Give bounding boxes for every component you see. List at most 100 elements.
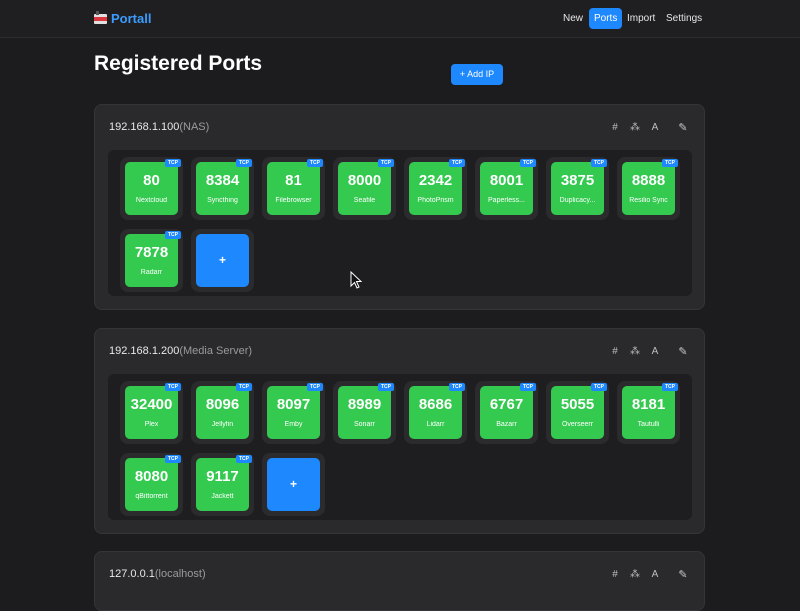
port-tile[interactable]: 8096 Jellyfin TCP [191, 381, 254, 444]
port-tile[interactable]: 2342 PhotoPrism TCP [404, 157, 467, 220]
ip-header: 192.168.1.200(Media Server) [109, 345, 252, 357]
port-service-name: Syncthing [207, 197, 238, 204]
port-service-name: Sonarr [353, 421, 375, 428]
port-number: 8097 [276, 396, 311, 413]
edit-icon[interactable]: ✎ [678, 345, 688, 358]
port-tile[interactable]: 8384 Syncthing TCP [191, 157, 254, 220]
brand[interactable]: Portall [94, 10, 152, 26]
ip-group-card: 192.168.1.100(NAS) # ⁂ A ✎ 80 Nextcloud TCP 8384… [94, 104, 705, 310]
ip-group-card: 127.0.0.1(localhost) # ⁂ A ✎ [94, 551, 705, 611]
card-actions: # ⁂ A ✎ [610, 568, 688, 581]
sort-by-protocol-icon[interactable]: ⁂ [630, 569, 640, 580]
sort-by-port-icon[interactable]: # [610, 346, 620, 357]
port-service-name: Tautulli [637, 421, 660, 428]
protocol-badge: TCP [378, 383, 394, 391]
ip-address: 127.0.0.1 [109, 568, 155, 580]
port-service-name: PhotoPrism [417, 197, 454, 204]
protocol-badge: TCP [165, 159, 181, 167]
port-tile[interactable]: 32400 Plex TCP [120, 381, 183, 444]
brand-name: Portall [111, 11, 152, 26]
port-service-name: Radarr [140, 269, 163, 276]
port-service-name: Resilio Sync [629, 197, 668, 204]
nav-settings[interactable]: Settings [661, 8, 707, 29]
add-ip-button[interactable]: + Add IP [451, 64, 503, 85]
port-tile[interactable]: 8181 Tautulli TCP [617, 381, 680, 444]
port-tile[interactable]: 6767 Bazarr TCP [475, 381, 538, 444]
sort-by-name-icon[interactable]: A [650, 569, 660, 580]
port-tile[interactable]: 5055 Overseerr TCP [546, 381, 609, 444]
port-tile[interactable]: 8080 qBittorrent TCP [120, 453, 183, 516]
port-tile[interactable]: 8686 Lidarr TCP [404, 381, 467, 444]
protocol-badge: TCP [591, 159, 607, 167]
port-service-name: Jellyfin [211, 421, 234, 428]
port-number: 2342 [418, 172, 453, 189]
protocol-badge: TCP [378, 159, 394, 167]
protocol-badge: TCP [449, 159, 465, 167]
port-service-name: Bazarr [496, 421, 517, 428]
edit-icon[interactable]: ✎ [678, 568, 688, 581]
port-face: 81 Filebrowser TCP [267, 159, 323, 215]
port-tile[interactable]: 8989 Sonarr TCP [333, 381, 396, 444]
port-number: 3875 [560, 172, 595, 189]
port-tile[interactable]: 80 Nextcloud TCP [120, 157, 183, 220]
port-number: 8181 [631, 396, 666, 413]
sort-by-protocol-icon[interactable]: ⁂ [630, 346, 640, 357]
port-face: 32400 Plex TCP [125, 383, 181, 439]
ip-address: 192.168.1.200 [109, 345, 180, 357]
protocol-badge: TCP [165, 231, 181, 239]
protocol-badge: TCP [520, 159, 536, 167]
add-port-button[interactable]: + [191, 229, 254, 292]
edit-icon[interactable]: ✎ [678, 121, 688, 134]
add-port-face: + [196, 234, 249, 287]
port-number: 5055 [560, 396, 595, 413]
port-tile[interactable]: 3875 Duplicacy... TCP [546, 157, 609, 220]
port-face: 8888 Resilio Sync TCP [622, 159, 678, 215]
port-tile[interactable]: 8097 Emby TCP [262, 381, 325, 444]
port-face: 8097 Emby TCP [267, 383, 323, 439]
protocol-badge: TCP [236, 383, 252, 391]
navbar: Portall New Ports Import Settings [0, 0, 800, 38]
ip-header: 127.0.0.1(localhost) [109, 568, 206, 580]
card-actions: # ⁂ A ✎ [610, 121, 688, 134]
nav-new[interactable]: New [558, 8, 588, 29]
port-number: 7878 [134, 244, 169, 261]
port-face: 8686 Lidarr TCP [409, 383, 465, 439]
port-number: 8080 [134, 468, 169, 485]
port-face: 6767 Bazarr TCP [480, 383, 536, 439]
port-tile[interactable]: 81 Filebrowser TCP [262, 157, 325, 220]
port-tile[interactable]: 8001 Paperless... TCP [475, 157, 538, 220]
sort-by-protocol-icon[interactable]: ⁂ [630, 122, 640, 133]
port-face: 8384 Syncthing TCP [196, 159, 252, 215]
port-tile[interactable]: 9117 Jackett TCP [191, 453, 254, 516]
sort-by-name-icon[interactable]: A [650, 346, 660, 357]
add-port-button[interactable]: + [262, 453, 325, 516]
protocol-badge: TCP [165, 383, 181, 391]
port-tile[interactable]: 7878 Radarr TCP [120, 229, 183, 292]
port-service-name: Lidarr [426, 421, 445, 428]
nav-ports[interactable]: Ports [589, 8, 623, 29]
protocol-badge: TCP [520, 383, 536, 391]
protocol-badge: TCP [662, 383, 678, 391]
port-face: 2342 PhotoPrism TCP [409, 159, 465, 215]
sort-by-port-icon[interactable]: # [610, 569, 620, 580]
port-service-name: Seafile [353, 197, 376, 204]
sort-by-port-icon[interactable]: # [610, 122, 620, 133]
port-face: 8000 Seafile TCP [338, 159, 394, 215]
protocol-badge: TCP [236, 455, 252, 463]
ip-nickname: (NAS) [179, 121, 210, 133]
protocol-badge: TCP [662, 159, 678, 167]
port-face: 9117 Jackett TCP [196, 455, 252, 511]
ports-container: 32400 Plex TCP 8096 Jellyfin TCP 8097 Emby TCP 89… [108, 374, 692, 520]
port-service-name: Plex [144, 421, 159, 428]
port-tile[interactable]: 8000 Seafile TCP [333, 157, 396, 220]
ip-nickname: (localhost) [154, 568, 206, 580]
port-service-name: Paperless... [488, 197, 525, 204]
port-number: 8096 [205, 396, 240, 413]
sort-by-name-icon[interactable]: A [650, 122, 660, 133]
port-face: 5055 Overseerr TCP [551, 383, 607, 439]
nav-import[interactable]: Import [622, 8, 660, 29]
port-service-name: Duplicacy... [559, 197, 596, 204]
port-tile[interactable]: 8888 Resilio Sync TCP [617, 157, 680, 220]
port-number: 81 [285, 172, 302, 189]
port-face: 8181 Tautulli TCP [622, 383, 678, 439]
